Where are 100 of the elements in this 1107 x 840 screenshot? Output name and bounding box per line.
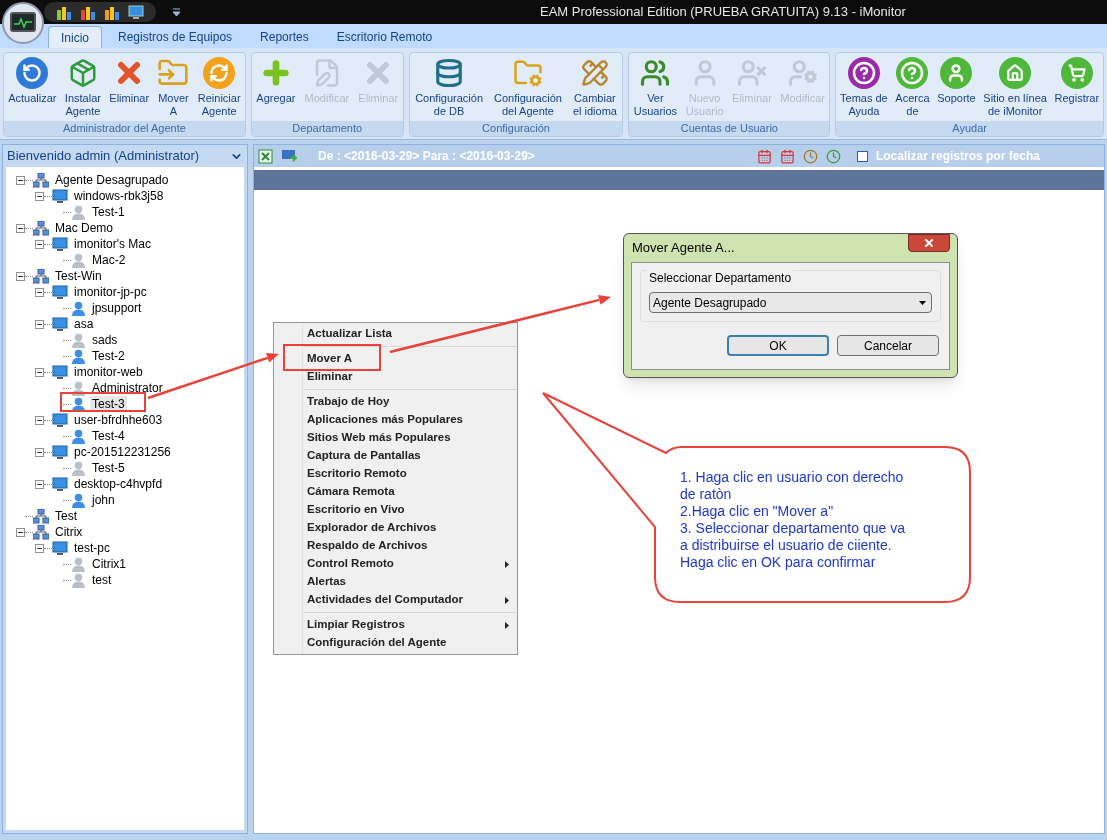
expander-icon[interactable]: [35, 367, 44, 377]
export-icon[interactable]: [281, 149, 298, 163]
tree-item[interactable]: imonitor-jp-pc: [72, 284, 149, 300]
tree-item[interactable]: john: [90, 492, 117, 508]
menu-item[interactable]: Configuración del Agente: [274, 634, 517, 652]
checkbox-label: Localizar registros por fecha: [875, 148, 1041, 165]
menu-item[interactable]: Sitios Web más Populares: [274, 429, 517, 447]
ribbon-button[interactable]: Acerca de: [894, 57, 931, 118]
tree-item[interactable]: jpsupport: [90, 300, 144, 316]
menu-item[interactable]: Escritorio Remoto: [274, 465, 517, 483]
ribbon-button[interactable]: Soporte: [936, 57, 977, 105]
clock-icon[interactable]: [802, 148, 818, 164]
users-icon: [639, 57, 672, 89]
close-button[interactable]: [908, 234, 950, 252]
help-icon: [896, 57, 929, 89]
tree-item[interactable]: desktop-c4hvpfd: [72, 476, 165, 492]
ribbon-button[interactable]: Instalar Agente: [63, 57, 102, 118]
ribbon-tab[interactable]: Escritorio Remoto: [324, 26, 445, 48]
tree-item[interactable]: Test-Win: [53, 268, 104, 284]
tree-item[interactable]: imonitor-web: [72, 364, 145, 380]
menu-item[interactable]: Actualizar Lista: [274, 325, 517, 343]
menu-item[interactable]: Aplicaciones más Populares: [274, 411, 517, 429]
expander-icon[interactable]: [16, 527, 25, 537]
expander-icon[interactable]: [35, 239, 44, 249]
tree-item[interactable]: sads: [90, 332, 120, 348]
expander-icon[interactable]: [35, 287, 44, 297]
ribbon-button[interactable]: Actualizar: [7, 57, 58, 105]
expander-icon[interactable]: [35, 543, 44, 553]
ribbon-tab[interactable]: Registros de Equipos: [106, 26, 245, 48]
expander-icon[interactable]: [35, 319, 44, 329]
menu-item[interactable]: Cámara Remota: [274, 483, 517, 501]
expander-icon[interactable]: [35, 415, 44, 425]
ribbon-button[interactable]: Sitio en línea de iMonitor: [982, 57, 1048, 118]
tree-item[interactable]: test: [90, 572, 114, 588]
ribbon-group-label: Ayudar: [836, 121, 1103, 136]
tree-item[interactable]: Test-5: [90, 460, 127, 476]
ribbon-tab[interactable]: Reportes: [248, 26, 321, 48]
menu-item[interactable]: Escritorio en Vivo: [274, 501, 517, 519]
menu-item[interactable]: Captura de Pantallas: [274, 447, 517, 465]
tree-item[interactable]: Agente Desagrupado: [53, 172, 171, 188]
tree-item[interactable]: imonitor's Mac: [72, 236, 153, 252]
menu-item[interactable]: Explorador de Archivos: [274, 519, 517, 537]
ribbon-button[interactable]: Cambiar el idioma: [571, 57, 618, 118]
close-icon: [923, 237, 935, 249]
spreadsheet-icon[interactable]: [258, 148, 273, 164]
menu-item[interactable]: Trabajo de Hoy: [274, 393, 517, 411]
expander-icon[interactable]: [35, 447, 44, 457]
refresh-icon: [16, 57, 49, 89]
ribbon-button[interactable]: Agregar: [255, 57, 297, 105]
tree-item[interactable]: Citrix1: [90, 556, 128, 572]
dropdown-icon[interactable]: [172, 7, 181, 17]
caret-icon: [919, 300, 926, 305]
ribbon-button[interactable]: Eliminar: [108, 57, 151, 105]
tree-item[interactable]: windows-rbk3j58: [72, 188, 166, 204]
bar-chart-icon[interactable]: [80, 4, 96, 20]
checkbox[interactable]: [856, 150, 868, 162]
expander-icon[interactable]: [16, 175, 25, 185]
tree-item[interactable]: Administrator: [90, 380, 165, 396]
ribbon-button[interactable]: Registrar: [1053, 57, 1101, 105]
tree-item[interactable]: Mac Demo: [53, 220, 115, 236]
expander-icon[interactable]: [35, 191, 44, 201]
ribbon-button[interactable]: Configuración de DB: [414, 57, 484, 118]
ribbon-tab[interactable]: Inicio: [48, 26, 102, 48]
tree-item[interactable]: Mac-2: [90, 252, 128, 268]
expander-icon[interactable]: [16, 223, 25, 233]
window-title: EAM Professional Edition (PRUEBA GRATUITA) 9.13 - iMonitor: [540, 4, 906, 20]
tree-item[interactable]: pc-201512231256: [72, 444, 173, 460]
tree-item[interactable]: Test-2: [90, 348, 127, 364]
monitor-icon[interactable]: [128, 5, 144, 19]
computer-icon: [52, 364, 68, 380]
tree-item[interactable]: Citrix: [53, 524, 85, 540]
menu-item[interactable]: Alertas: [274, 573, 517, 591]
menu-item[interactable]: Eliminar: [274, 368, 517, 386]
bar-chart-icon[interactable]: [56, 4, 72, 20]
menu-item[interactable]: Respaldo de Archivos: [274, 537, 517, 555]
ribbon-button[interactable]: Temas de Ayuda: [839, 57, 889, 118]
ribbon-group-label: Administrador del Agente: [4, 121, 245, 136]
calendar-icon[interactable]: [756, 148, 772, 164]
ribbon-button[interactable]: Ver Usuarios: [632, 57, 679, 118]
department-select[interactable]: Agente Desagrupado: [649, 292, 932, 313]
tree-item[interactable]: user-bfrdhhe603: [72, 412, 165, 428]
menu-item[interactable]: Control Remoto: [274, 555, 517, 573]
menu-item[interactable]: Actividades del Computador: [274, 591, 517, 609]
expander-icon[interactable]: [35, 479, 44, 489]
tree-item[interactable]: Test-4: [90, 428, 127, 444]
tree-item[interactable]: Test-1: [90, 204, 127, 220]
menu-item[interactable]: Mover A: [274, 350, 517, 368]
tree-item[interactable]: Test: [53, 508, 79, 524]
ribbon-button[interactable]: Reiniciar Agente: [196, 57, 242, 118]
bar-chart-icon[interactable]: [104, 4, 120, 20]
calendar-icon[interactable]: [779, 148, 795, 164]
dialog-button[interactable]: Cancelar: [837, 335, 939, 356]
expander-icon[interactable]: [16, 271, 25, 281]
ribbon-button[interactable]: Mover A: [156, 57, 191, 118]
tree-item[interactable]: test-pc: [72, 540, 112, 556]
ribbon-group-label: Cuentas de Usuario: [629, 121, 830, 136]
tree-item[interactable]: asa: [72, 316, 96, 332]
dialog-button[interactable]: OK: [727, 335, 829, 356]
menu-item[interactable]: Limpiar Registros: [274, 616, 517, 634]
ribbon-button[interactable]: Configuración del Agente: [493, 57, 563, 118]
